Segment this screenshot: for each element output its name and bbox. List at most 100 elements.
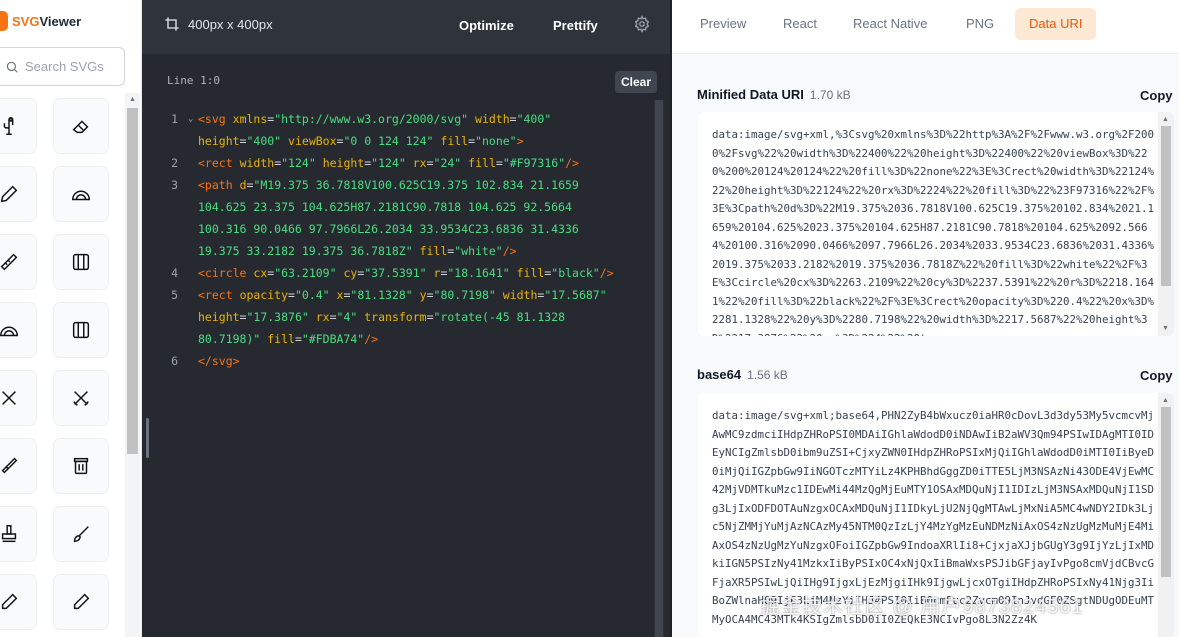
crop-icon: [165, 17, 179, 31]
icon-tile[interactable]: [53, 234, 109, 290]
sidebar: SVGViewer ▲: [0, 0, 142, 637]
icon-tile[interactable]: [53, 98, 109, 154]
code-area[interactable]: 1 ⌄ <svg xmlns="http://www.w3.org/2000/svg…: [142, 108, 652, 372]
base64-title: base64: [697, 367, 742, 382]
tab-data-uri[interactable]: Data URI: [1015, 8, 1097, 40]
fold-chevron-icon[interactable]: ⌄: [188, 108, 198, 152]
editor-scroll-thumb[interactable]: [655, 100, 663, 637]
line-number: 2: [171, 156, 178, 170]
fold-gutter: [188, 350, 198, 372]
icon-tile[interactable]: [53, 574, 109, 630]
icon-tile[interactable]: [0, 234, 37, 290]
line-number: 1: [171, 112, 178, 126]
scroll-down-arrow-icon[interactable]: ▼: [1162, 325, 1169, 332]
gear-icon[interactable]: [633, 15, 651, 33]
icon-tile[interactable]: [53, 506, 109, 562]
code-text[interactable]: <path d="M19.375 36.7818V100.625C19.375 …: [198, 174, 652, 262]
base64-scrollbar[interactable]: ▲: [1158, 393, 1174, 637]
fold-gutter: [188, 174, 198, 262]
code-text[interactable]: <rect opacity="0.4" x="81.1328" y="80.71…: [198, 284, 652, 350]
paintbrush-icon: [73, 526, 89, 543]
fold-gutter: [188, 152, 198, 174]
paint-palette-icon: [72, 321, 90, 339]
tab-react-native[interactable]: React Native: [839, 8, 941, 40]
optimize-button[interactable]: Optimize: [459, 18, 514, 33]
tab-png[interactable]: PNG: [952, 8, 1008, 40]
scroll-up-arrow-icon[interactable]: ▲: [1162, 397, 1169, 404]
copy-minified-button[interactable]: Copy: [1140, 88, 1173, 103]
editor-scrollbar[interactable]: [654, 100, 664, 637]
line-number: 3: [171, 178, 178, 192]
cursor-position: Line 1:0: [167, 74, 220, 87]
line-number: 4: [171, 266, 178, 280]
marker-icon: [1, 593, 18, 610]
ruler-icon: [0, 253, 18, 271]
base64-scroll-thumb[interactable]: [1161, 407, 1171, 577]
pen-icon: [0, 185, 18, 203]
sidebar-scroll-thumb[interactable]: [127, 108, 138, 454]
app-window: SVGViewer ▲: [0, 0, 1179, 637]
clear-button[interactable]: Clear: [615, 71, 657, 93]
line-number: 5: [171, 288, 178, 302]
code-text[interactable]: <svg xmlns="http://www.w3.org/2000/svg" …: [198, 108, 652, 152]
logo-viewer-text: Viewer: [39, 13, 82, 29]
eraser-icon: [72, 120, 89, 134]
icon-tile[interactable]: [53, 302, 109, 358]
minified-scrollbar[interactable]: ▲ ▼: [1158, 112, 1174, 336]
icon-tile[interactable]: [0, 574, 37, 630]
brush-icon: [1, 457, 18, 474]
base64-section-title: base64 1.56 kB: [697, 367, 788, 382]
watermark-text: 掘金技术社区 @ 用户9873824561: [760, 596, 1084, 618]
minified-size: 1.70 kB: [809, 88, 851, 102]
icon-tile[interactable]: [0, 506, 37, 562]
minified-output-box[interactable]: data:image/svg+xml,%3Csvg%20xmlns%3D%22h…: [698, 112, 1174, 336]
icon-tile[interactable]: [53, 166, 109, 222]
tab-react[interactable]: React: [769, 8, 831, 40]
crossed-swords-icon: [73, 391, 89, 406]
code-text[interactable]: </svg>: [198, 350, 652, 372]
panel-resize-handle[interactable]: [146, 418, 149, 458]
minified-section-title: Minified Data URI 1.70 kB: [697, 87, 851, 102]
icon-tile[interactable]: [0, 98, 37, 154]
icon-tile[interactable]: [0, 302, 37, 358]
code-line[interactable]: 1 ⌄ <svg xmlns="http://www.w3.org/2000/svg…: [142, 108, 652, 152]
copy-base64-button[interactable]: Copy: [1140, 368, 1173, 383]
code-text[interactable]: <rect width="124" height="124" rx="24" f…: [198, 152, 652, 174]
tab-preview[interactable]: Preview: [686, 8, 760, 40]
code-line[interactable]: 2 <rect width="124" height="124" rx="24" …: [142, 152, 652, 174]
icon-tile[interactable]: [0, 370, 37, 426]
prettify-button[interactable]: Prettify: [553, 18, 598, 33]
icon-tile[interactable]: [0, 166, 37, 222]
cactus-icon: [3, 117, 14, 135]
fold-gutter: [188, 284, 198, 350]
code-text[interactable]: <circle cx="63.2109" cy="37.5391" r="18.…: [198, 262, 652, 284]
svg-dimensions: 400px x 400px: [188, 17, 273, 32]
stamp-icon: [1, 525, 17, 543]
minified-data-uri-text[interactable]: data:image/svg+xml,%3Csvg%20xmlns%3D%22h…: [712, 126, 1158, 336]
protractor-icon: [0, 326, 18, 337]
code-line[interactable]: 4 <circle cx="63.2109" cy="37.5391" r="18…: [142, 262, 652, 284]
scissors-icon: [2, 391, 16, 405]
minified-title: Minified Data URI: [697, 87, 804, 102]
code-line[interactable]: 6 </svg>: [142, 350, 652, 372]
editor-toolbar: 400px x 400px Optimize Prettify: [142, 0, 672, 54]
scroll-up-arrow-icon[interactable]: ▲: [129, 96, 136, 103]
logo[interactable]: SVG Viewer: [0, 10, 81, 32]
fold-gutter: [188, 262, 198, 284]
icon-tile[interactable]: [53, 370, 109, 426]
code-line[interactable]: 3 <path d="M19.375 36.7818V100.625C19.375…: [142, 174, 652, 262]
protractor-icon: [72, 190, 90, 201]
icon-tile[interactable]: [0, 438, 37, 494]
line-number: 6: [171, 354, 178, 368]
code-editor-panel: 400px x 400px Optimize Prettify Line 1:0…: [142, 0, 672, 637]
search-box[interactable]: [0, 47, 125, 86]
search-input[interactable]: [25, 59, 115, 74]
paint-jar-icon: [73, 457, 89, 475]
scroll-up-arrow-icon[interactable]: ▲: [1162, 116, 1169, 123]
icon-tile[interactable]: [53, 438, 109, 494]
output-tabs: Preview React React Native PNG Data URI: [672, 0, 1179, 54]
minified-scroll-thumb[interactable]: [1161, 126, 1171, 286]
marker-icon: [73, 593, 90, 610]
code-line[interactable]: 5 <rect opacity="0.4" x="81.1328" y="80.7…: [142, 284, 652, 350]
base64-size: 1.56 kB: [747, 368, 788, 382]
